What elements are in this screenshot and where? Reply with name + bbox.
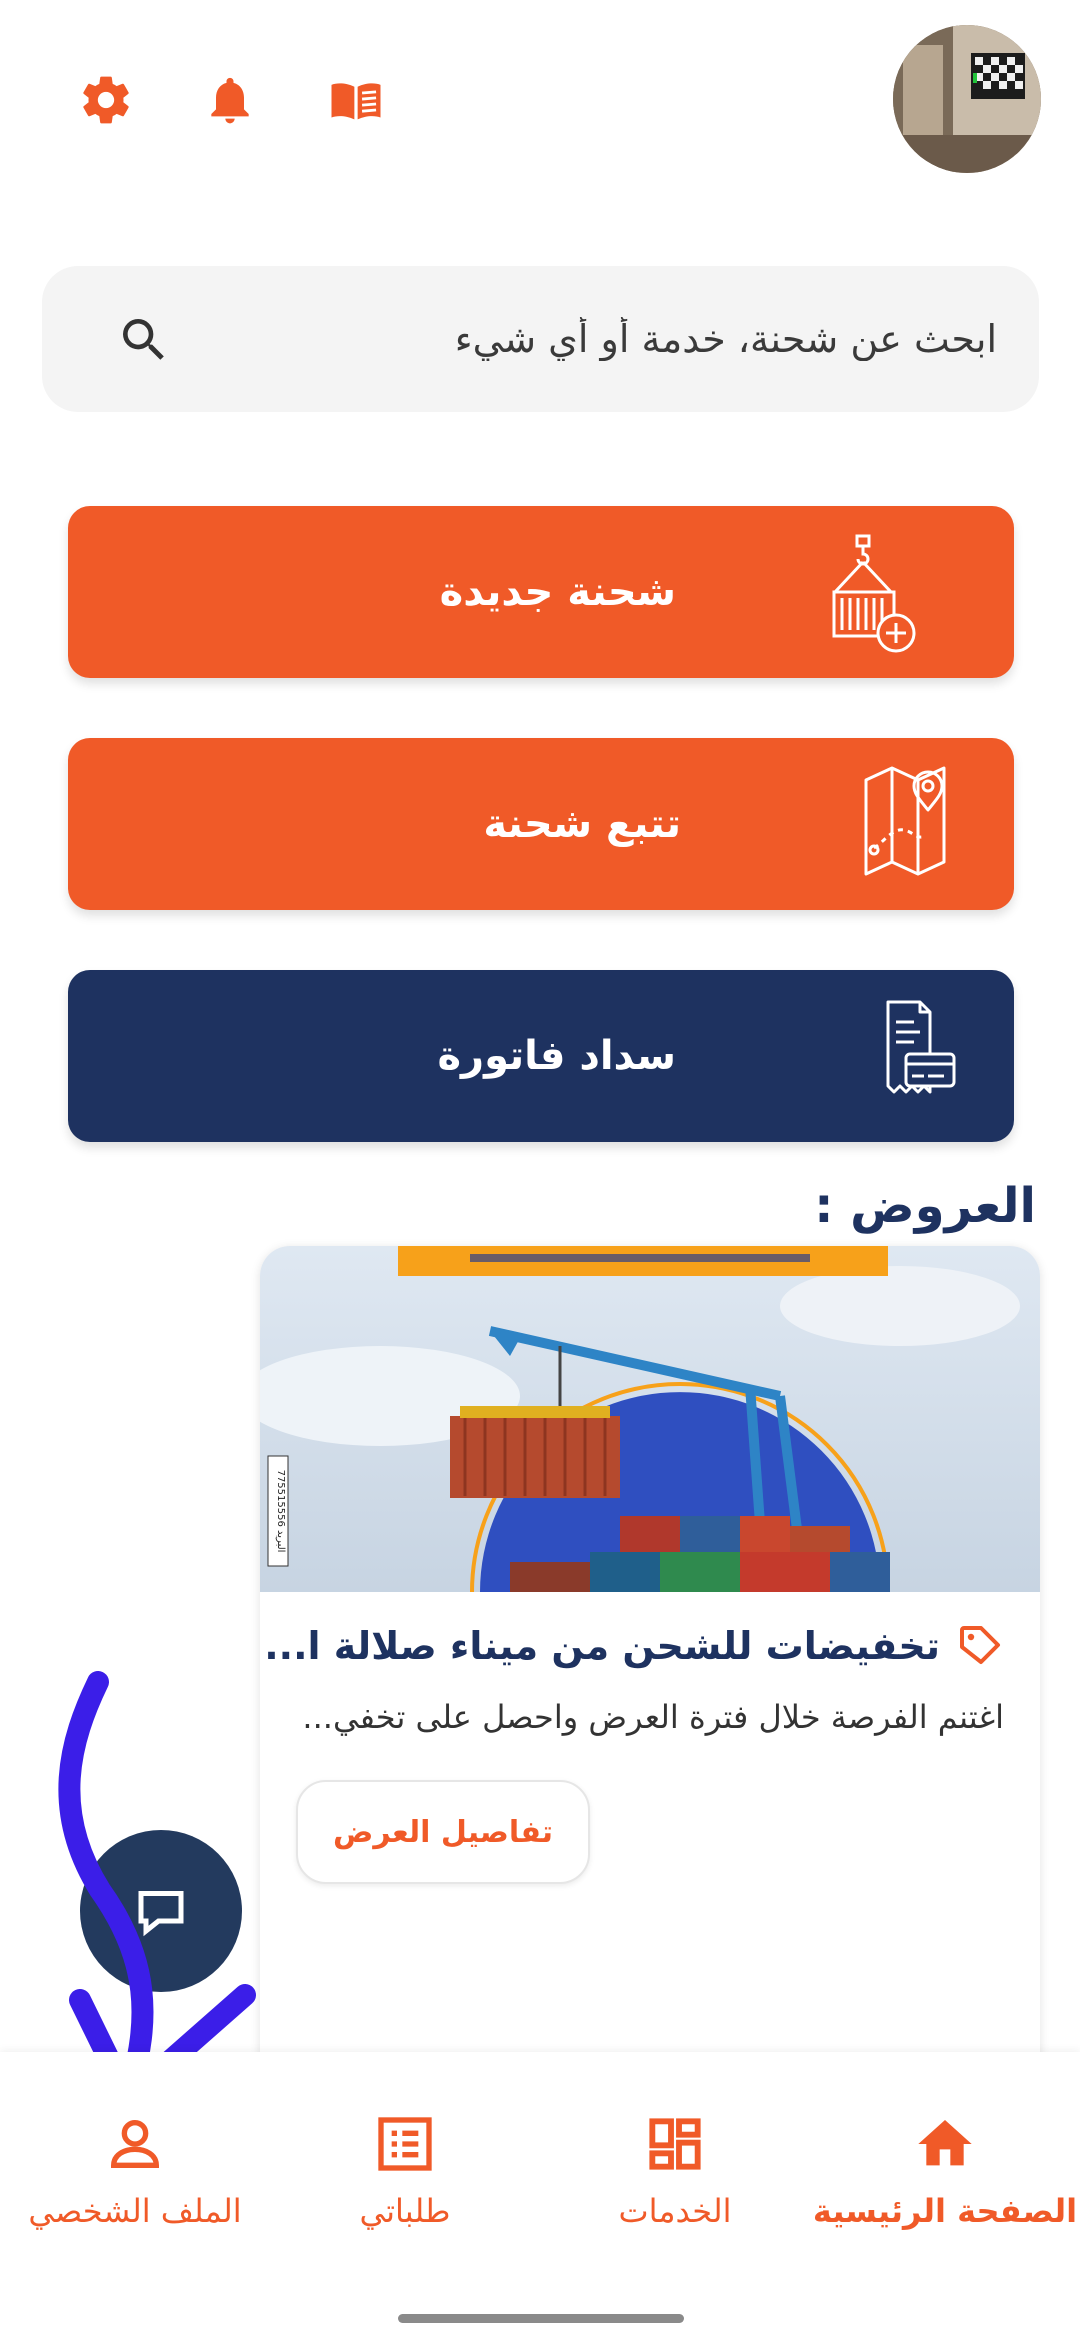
- home-indicator[interactable]: [398, 2314, 684, 2323]
- new-shipment-button[interactable]: شحنة جديدة: [68, 506, 1014, 678]
- pay-invoice-label: سداد فاتورة: [437, 1033, 676, 1079]
- grid-icon: [649, 2118, 701, 2170]
- nav-home-label: الصفحة الرئيسية: [812, 2192, 1078, 2230]
- invoice-card-icon: [886, 1000, 956, 1094]
- offer-title: تخفيضات للشحن من ميناء صلالة ا...: [264, 1624, 940, 1668]
- offers-section-title: العروض :: [814, 1178, 1036, 1234]
- nav-home[interactable]: الصفحة الرئيسية: [810, 2112, 1080, 2262]
- nav-my-orders-label: طلباتي: [359, 2192, 451, 2230]
- offer-title-row: تخفيضات للشحن من ميناء صلالة ا...: [264, 1614, 1004, 1678]
- settings-gear-icon[interactable]: [76, 70, 136, 130]
- profile-photo: [893, 25, 1041, 173]
- floating-chat-button[interactable]: [80, 1830, 242, 1992]
- new-shipment-label: شحنة جديدة: [439, 569, 676, 615]
- list-document-icon: [378, 2117, 432, 2171]
- search-input[interactable]: [177, 266, 997, 412]
- bottom-navigation: الصفحة الرئيسية الخدمات طلباتي الملف الش…: [0, 2052, 1080, 2350]
- nav-my-orders[interactable]: طلباتي: [270, 2112, 540, 2262]
- home-icon: [918, 2120, 972, 2166]
- nav-services-label: الخدمات: [618, 2192, 732, 2230]
- offer-image-side-text: البريد 775515556: [275, 1470, 286, 1553]
- nav-profile[interactable]: الملف الشخصي: [0, 2112, 270, 2262]
- tag-icon: [960, 1626, 1000, 1664]
- offer-description: اغتنم الفرصة خلال فترة العرض واحصل على ت…: [302, 1698, 1004, 1736]
- person-icon: [110, 2120, 160, 2168]
- map-pin-route-icon: [864, 766, 946, 876]
- track-shipment-button[interactable]: تتبع شحنة: [68, 738, 1014, 910]
- nav-services[interactable]: الخدمات: [540, 2112, 810, 2262]
- avatar[interactable]: [893, 25, 1041, 173]
- track-shipment-label: تتبع شحنة: [483, 801, 681, 847]
- offer-details-button[interactable]: تفاصيل العرض: [296, 1780, 590, 1884]
- offer-image: البريد 775515556: [260, 1246, 1040, 1592]
- pay-invoice-button[interactable]: سداد فاتورة: [68, 970, 1014, 1142]
- search-bar: [42, 266, 1039, 412]
- container-crane-plus-icon: [832, 534, 916, 653]
- notification-bell-icon[interactable]: [200, 70, 260, 130]
- offer-card[interactable]: البريد 775515556 تخفيضات للشحن من ميناء …: [260, 1246, 1040, 2076]
- search-icon[interactable]: [116, 312, 172, 368]
- nav-profile-label: الملف الشخصي: [28, 2192, 242, 2230]
- app-header: [0, 0, 1080, 200]
- chat-icon: [138, 1891, 184, 1937]
- book-open-icon[interactable]: [326, 70, 386, 130]
